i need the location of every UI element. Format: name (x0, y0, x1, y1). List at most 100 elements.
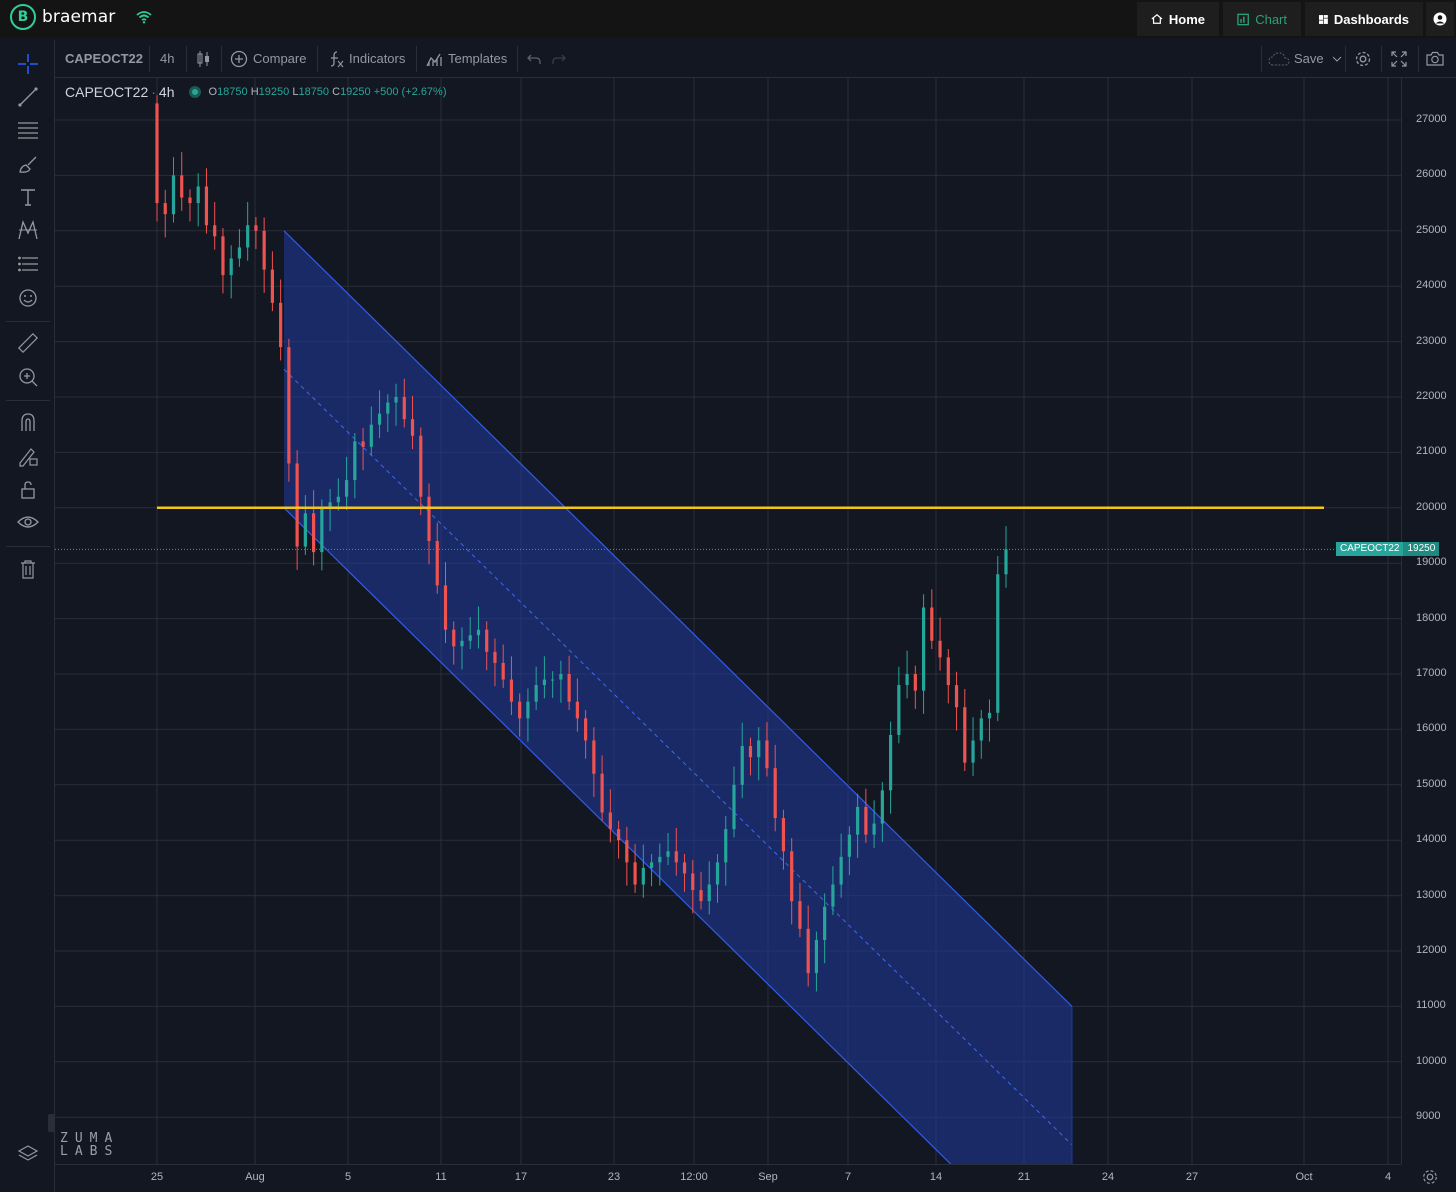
candle-body (369, 424, 373, 447)
candle-body (196, 186, 200, 204)
zoom-in-tool[interactable] (16, 365, 40, 389)
price-tick-label: 24000 (1416, 279, 1447, 292)
candle-body (971, 740, 975, 763)
braemar-logo[interactable]: B braemar (10, 4, 115, 30)
pattern-tool[interactable] (16, 218, 40, 242)
candle-body (674, 851, 678, 863)
candle-body (443, 585, 448, 630)
candle-body (757, 740, 761, 758)
crosshair-tool[interactable] (16, 52, 40, 76)
lock-drawings-tool[interactable] (16, 478, 40, 502)
screenshot-button[interactable] (1426, 40, 1444, 77)
price-tick-label: 10000 (1416, 1054, 1447, 1067)
price-tick-label: 11000 (1416, 999, 1446, 1012)
candle-body (707, 884, 711, 902)
open-label: O (208, 86, 218, 98)
user-account-button[interactable] (1426, 2, 1454, 36)
candle-body (435, 541, 439, 586)
nav-dashboards-button[interactable]: Dashboards (1305, 2, 1423, 36)
drawing-toolbar (0, 40, 55, 1192)
candle-body (724, 829, 728, 863)
trend-line-tool[interactable] (16, 85, 40, 109)
function-icon (330, 50, 344, 67)
candle-body (691, 873, 695, 891)
scale-settings-button[interactable] (1421, 1168, 1439, 1191)
candle-body (542, 679, 547, 686)
candle-body (954, 685, 959, 708)
magnet-tool[interactable] (16, 410, 40, 434)
collapse-toolbar-handle[interactable] (48, 1114, 55, 1132)
hide-drawings-tool[interactable] (16, 510, 40, 534)
candle-body (938, 640, 942, 658)
high-value: 19250 (258, 86, 290, 98)
nav-home-button[interactable]: Home (1137, 2, 1219, 36)
fullscreen-icon (1391, 50, 1407, 67)
time-tick-label: 23 (607, 1171, 621, 1183)
time-tick-label: Sep (758, 1171, 778, 1183)
crosshair-icon (18, 54, 38, 74)
nav-chart-button[interactable]: Chart (1223, 2, 1301, 36)
time-tick-label: 14 (929, 1171, 943, 1183)
object-tree-button[interactable] (16, 1142, 40, 1166)
symbol-search-button[interactable]: CAPEOCT22 (65, 40, 143, 77)
candle-body (732, 784, 736, 830)
time-scale[interactable]: 25 Aug 5 11 17 23 12:00 Sep 7 14 21 24 27 Oct 4 (55, 1164, 1401, 1192)
chart-settings-button[interactable] (1354, 40, 1372, 77)
close-label: C (332, 86, 341, 98)
redo-button[interactable] (552, 40, 566, 77)
chart-icon (1237, 13, 1249, 25)
price-tick-label: 17000 (1416, 667, 1447, 679)
candle-body (353, 441, 357, 481)
legend-symbol: CAPEOCT22 (65, 84, 149, 100)
price-scale[interactable]: 27000 26000 25000 24000 23000 22000 21000 20000… (1401, 78, 1456, 1164)
user-icon (1433, 12, 1447, 26)
toolbar-divider (6, 546, 50, 547)
candle-body (748, 746, 753, 758)
indicators-label: Indicators (349, 51, 406, 66)
unlock-icon (21, 481, 35, 499)
price-tag-symbol: CAPEOCT22 (1340, 543, 1400, 555)
candle-body (419, 435, 423, 497)
measure-tool[interactable] (16, 331, 40, 355)
undo-button[interactable] (527, 40, 541, 77)
candle-body (625, 840, 629, 863)
text-tool[interactable] (16, 185, 40, 209)
price-tick-label: 16000 (1416, 722, 1447, 735)
fullscreen-button[interactable] (1391, 40, 1407, 77)
candle-body (551, 679, 555, 681)
templates-button[interactable]: Templates (426, 40, 507, 77)
indicators-button[interactable]: Indicators (328, 40, 405, 77)
candle-body (889, 734, 893, 791)
interval-button[interactable]: 4h (160, 40, 174, 77)
compare-button[interactable]: Compare (230, 40, 306, 77)
candle-body (312, 513, 316, 553)
price-tag-value: 19250 (1403, 542, 1440, 557)
toolbar-divider (6, 321, 50, 322)
zuma-labs-watermark: ZUMA LABS (60, 1132, 119, 1158)
candle-body (344, 480, 349, 497)
candle-body (163, 203, 167, 215)
prediction-tool[interactable] (16, 252, 40, 276)
templates-icon (426, 53, 442, 66)
fib-tool[interactable] (16, 118, 40, 142)
toolbar-divider (1345, 46, 1346, 72)
emoji-tool[interactable] (16, 286, 40, 310)
candle-body (303, 513, 307, 547)
chart-type-button[interactable] (196, 40, 212, 77)
candle-body (839, 856, 843, 885)
candle-body (616, 829, 621, 841)
smiley-icon (19, 289, 37, 307)
brush-tool[interactable] (16, 152, 40, 176)
close-value: 19250 (340, 86, 371, 98)
price-tick-label: 14000 (1416, 833, 1447, 846)
stay-drawing-tool[interactable] (16, 444, 40, 468)
candle-body (493, 651, 497, 663)
brush-icon (19, 156, 37, 173)
chart-pane[interactable] (55, 78, 1401, 1164)
remove-drawings-tool[interactable] (16, 557, 40, 581)
price-tick-label: 19000 (1416, 556, 1447, 569)
save-button[interactable]: Save (1268, 40, 1342, 77)
candle-body (592, 740, 596, 774)
candle-body (501, 662, 505, 680)
candle-body (765, 740, 769, 769)
